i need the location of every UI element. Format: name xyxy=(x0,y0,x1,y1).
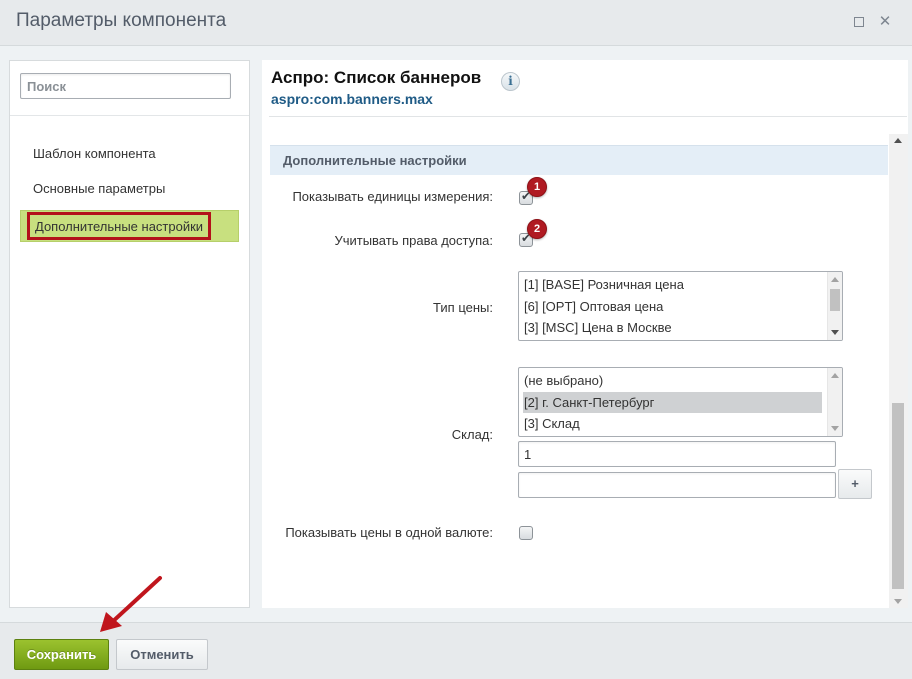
single-currency-checkbox[interactable] xyxy=(519,526,533,540)
scroll-thumb[interactable] xyxy=(892,403,904,589)
sidebar-divider xyxy=(10,115,249,116)
scroll-up-icon[interactable] xyxy=(894,138,902,143)
warehouse-label: Склад: xyxy=(451,427,493,442)
warehouse-extra-input[interactable] xyxy=(518,441,836,467)
access-rights-label: Учитывать права доступа: xyxy=(334,233,493,248)
list-option[interactable]: (не выбрано) xyxy=(523,370,603,391)
list-option[interactable]: [3] Склад xyxy=(523,413,580,434)
annotation-badge-1: 1 xyxy=(527,177,547,197)
component-title: Аспро: Список баннеров xyxy=(271,68,482,87)
show-units-label: Показывать единицы измерения: xyxy=(292,189,493,204)
annotation-badge-2: 2 xyxy=(527,219,547,239)
scroll-down-icon[interactable] xyxy=(894,599,902,604)
section-header: Дополнительные настройки xyxy=(270,145,888,175)
main-panel: Аспро: Список баннеров i aspro:com.banne… xyxy=(262,60,908,608)
scroll-up-icon[interactable] xyxy=(831,373,839,378)
component-code: aspro:com.banners.max xyxy=(271,91,433,107)
save-button[interactable]: Сохранить xyxy=(14,639,109,670)
list-option-selected[interactable]: [2] г. Санкт-Петербург xyxy=(523,392,822,413)
expand-icon[interactable] xyxy=(852,15,866,29)
add-field-button[interactable]: + xyxy=(838,469,872,499)
search-input[interactable] xyxy=(20,73,231,99)
cancel-button[interactable]: Отменить xyxy=(116,639,208,670)
scroll-down-icon[interactable] xyxy=(831,330,839,335)
close-icon[interactable]: ✕ xyxy=(878,14,892,29)
list-option[interactable]: [3] [MSC] Цена в Москве xyxy=(523,317,672,338)
price-type-label: Тип цены: xyxy=(433,300,493,315)
sidebar-item-additional-settings[interactable]: Дополнительные настройки xyxy=(20,210,239,242)
scroll-thumb[interactable] xyxy=(830,289,840,311)
scroll-down-icon[interactable] xyxy=(831,426,839,431)
listbox-scrollbar[interactable] xyxy=(827,368,842,436)
warehouse-extra-input-empty[interactable] xyxy=(518,472,836,498)
price-type-listbox[interactable]: [1] [BASE] Розничная цена [6] [OPT] Опто… xyxy=(518,271,843,341)
sidebar-item-label: Дополнительные настройки xyxy=(27,212,212,240)
listbox-scrollbar[interactable] xyxy=(827,272,842,340)
list-option[interactable]: [6] [OPT] Оптовая цена xyxy=(523,296,663,317)
dialog-titlebar: Параметры компонента ✕ xyxy=(0,0,912,46)
warehouse-listbox[interactable]: (не выбрано) [2] г. Санкт-Петербург [3] … xyxy=(518,367,843,437)
scroll-up-icon[interactable] xyxy=(831,277,839,282)
list-option[interactable]: [1] [BASE] Розничная цена xyxy=(523,274,684,295)
sidebar-item-template[interactable]: Шаблон компонента xyxy=(20,139,239,169)
single-currency-label: Показывать цены в одной валюте: xyxy=(285,525,493,540)
sidebar-item-main-params[interactable]: Основные параметры xyxy=(20,174,239,204)
header-divider xyxy=(269,116,907,117)
sidebar: Шаблон компонента Основные параметры Доп… xyxy=(9,60,250,608)
info-icon[interactable]: i xyxy=(501,72,520,91)
dialog-title: Параметры компонента xyxy=(16,10,227,31)
dialog-footer: Сохранить Отменить xyxy=(0,622,912,679)
main-scrollbar[interactable] xyxy=(889,134,908,608)
